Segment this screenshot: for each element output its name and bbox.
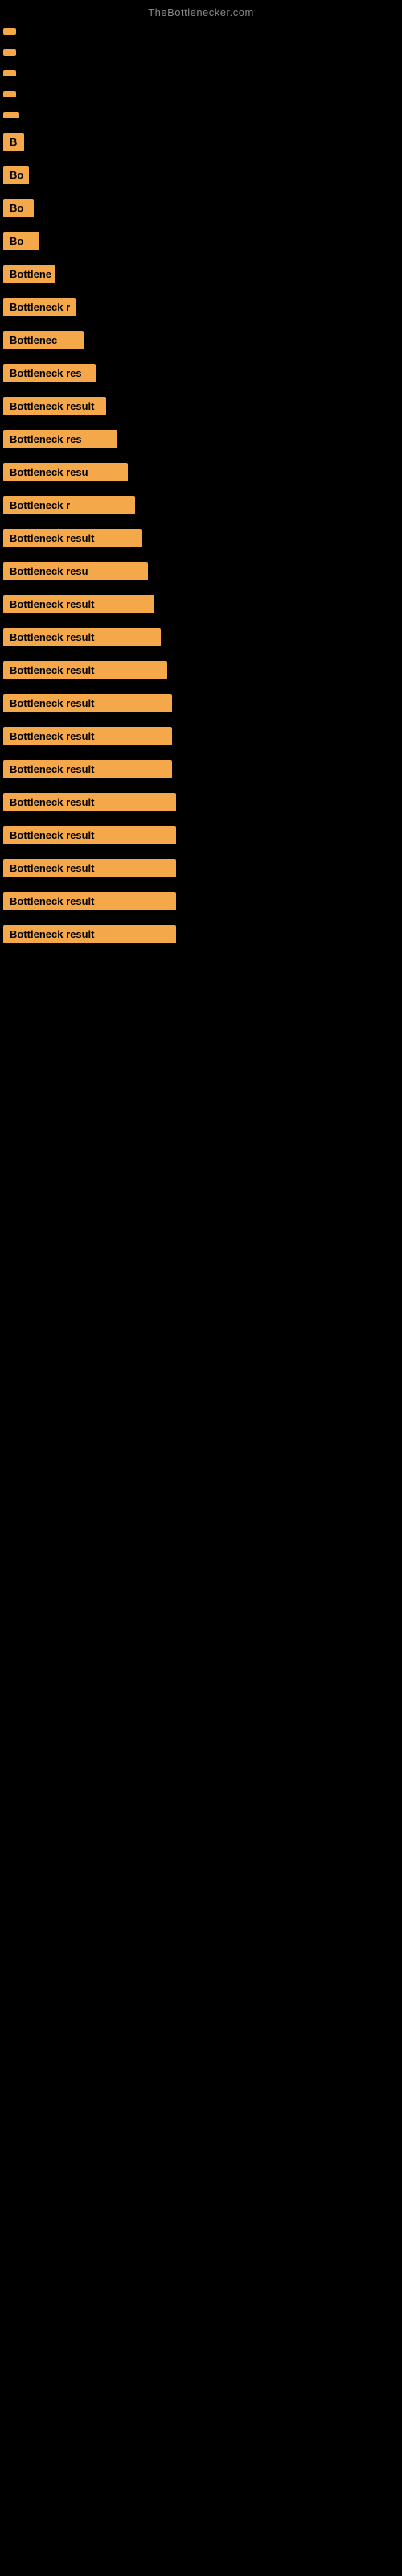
bottleneck-result-item-21: Bottleneck result: [3, 628, 161, 646]
bottleneck-result-item-5: [3, 112, 19, 118]
bottleneck-result-item-30: Bottleneck result: [3, 925, 176, 943]
bottleneck-result-item-23: Bottleneck result: [3, 694, 172, 712]
bottleneck-result-item-12: Bottlenec: [3, 331, 84, 349]
bottleneck-result-item-27: Bottleneck result: [3, 826, 176, 844]
bottleneck-result-item-29: Bottleneck result: [3, 892, 176, 910]
bottleneck-result-item-11: Bottleneck r: [3, 298, 76, 316]
bottleneck-result-item-10: Bottlene: [3, 265, 55, 283]
bottleneck-result-item-3: [3, 70, 16, 76]
site-title: TheBottlenecker.com: [0, 0, 402, 22]
bottleneck-result-item-16: Bottleneck resu: [3, 463, 128, 481]
bottleneck-result-item-13: Bottleneck res: [3, 364, 96, 382]
bottleneck-result-item-20: Bottleneck result: [3, 595, 154, 613]
bottleneck-result-item-24: Bottleneck result: [3, 727, 172, 745]
bottleneck-result-item-7: Bo: [3, 166, 29, 184]
bottleneck-result-item-4: [3, 91, 16, 97]
bottleneck-result-item-6: B: [3, 133, 24, 151]
bottleneck-result-item-14: Bottleneck result: [3, 397, 106, 415]
bottleneck-result-item-17: Bottleneck r: [3, 496, 135, 514]
bottleneck-result-item-15: Bottleneck res: [3, 430, 117, 448]
bottleneck-result-item-9: Bo: [3, 232, 39, 250]
bottleneck-result-item-19: Bottleneck resu: [3, 562, 148, 580]
items-container: B Bo Bo Bo Bottlene Bottleneck r Bottlenec Bott…: [0, 22, 402, 952]
bottleneck-result-item-2: [3, 49, 16, 56]
bottleneck-result-item-18: Bottleneck result: [3, 529, 142, 547]
bottleneck-result-item-26: Bottleneck result: [3, 793, 176, 811]
bottleneck-result-item-28: Bottleneck result: [3, 859, 176, 877]
bottleneck-result-item-25: Bottleneck result: [3, 760, 172, 778]
bottleneck-result-item-1: [3, 28, 16, 35]
bottleneck-result-item-8: Bo: [3, 199, 34, 217]
bottleneck-result-item-22: Bottleneck result: [3, 661, 167, 679]
